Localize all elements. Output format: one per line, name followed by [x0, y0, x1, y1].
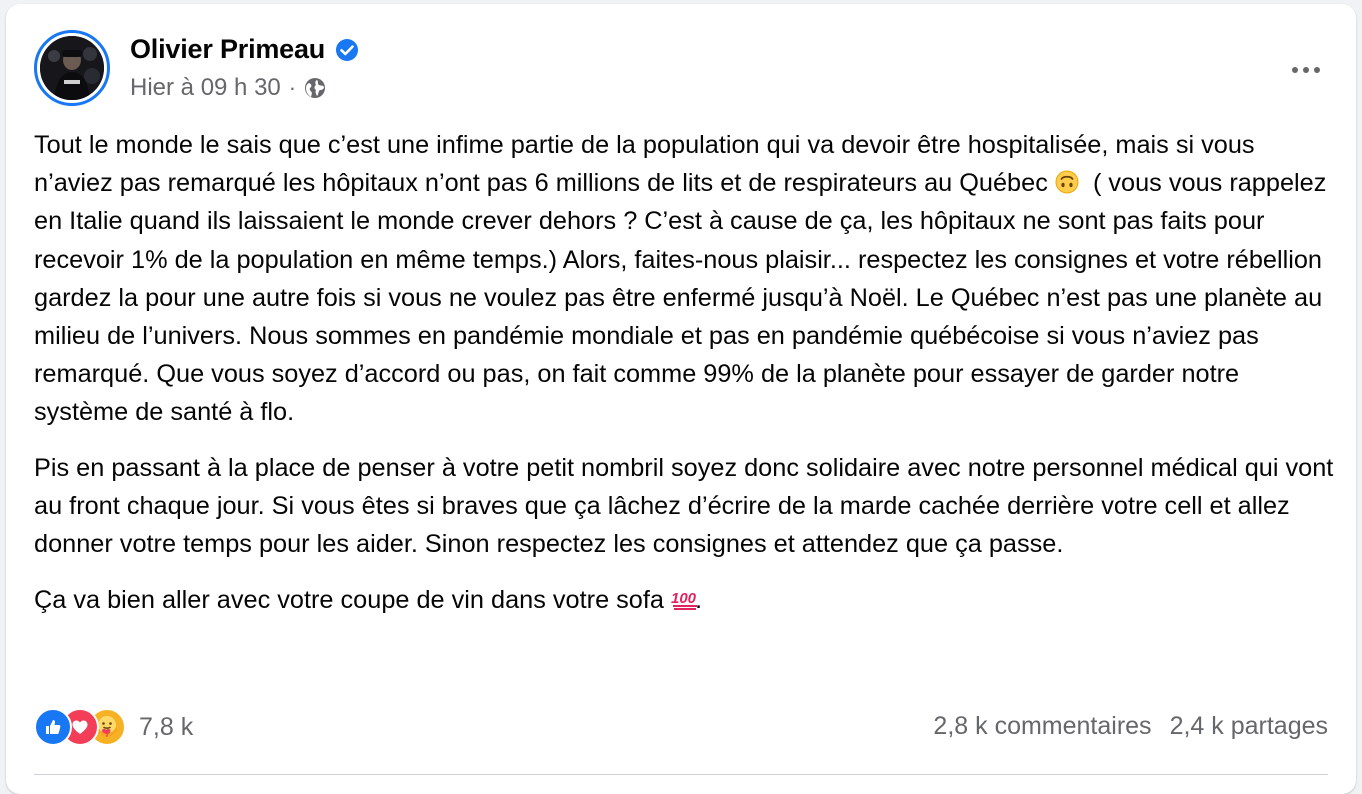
post-paragraph: Ça va bien aller avec votre coupe de vin… [34, 581, 1334, 619]
globe-icon[interactable] [304, 77, 326, 99]
avatar-image [40, 36, 104, 100]
reactions-summary[interactable]: 7,8 k [34, 708, 193, 746]
post-header: Olivier Primeau Hier à 09 h 30 · [34, 30, 1328, 110]
dot-icon [1292, 67, 1298, 73]
post-paragraph: Tout le monde le sais que c’est une infi… [34, 126, 1334, 432]
more-options-button[interactable] [1284, 48, 1328, 92]
svg-text:100: 100 [671, 590, 697, 607]
post-timestamp[interactable]: Hier à 09 h 30 [130, 74, 281, 102]
paragraph-text: Ça va bien aller avec votre coupe de vin… [34, 586, 664, 615]
hundred-points-icon: 100 [671, 584, 698, 611]
avatar[interactable] [34, 30, 110, 106]
post-meta: Hier à 09 h 30 · [130, 74, 326, 102]
footer-divider [34, 774, 1328, 775]
author-name[interactable]: Olivier Primeau [130, 34, 325, 65]
paragraph-text: . [695, 586, 703, 615]
post-stats: 2,8 k commentaires 2,4 k partages [933, 712, 1328, 741]
author-row: Olivier Primeau [130, 34, 359, 65]
meta-separator: · [288, 75, 297, 100]
dot-icon [1303, 67, 1309, 73]
upside-down-face-icon [1055, 167, 1079, 194]
shares-count[interactable]: 2,4 k partages [1170, 712, 1328, 741]
dot-icon [1314, 67, 1320, 73]
post-paragraph: Pis en passant à la place de penser à vo… [34, 453, 1334, 559]
paragraph-text: ( vous vous rappelez en Italie quand ils… [34, 169, 1327, 427]
like-icon [34, 708, 72, 746]
reaction-count[interactable]: 7,8 k [139, 713, 193, 742]
post-content: Tout le monde le sais que c’est une infi… [34, 126, 1334, 636]
post-card: Olivier Primeau Hier à 09 h 30 · Tout le… [6, 4, 1356, 794]
verified-badge-icon [335, 38, 359, 62]
comments-count[interactable]: 2,8 k commentaires [933, 712, 1151, 741]
post-footer: 7,8 k 2,8 k commentaires 2,4 k partages [34, 704, 1328, 754]
